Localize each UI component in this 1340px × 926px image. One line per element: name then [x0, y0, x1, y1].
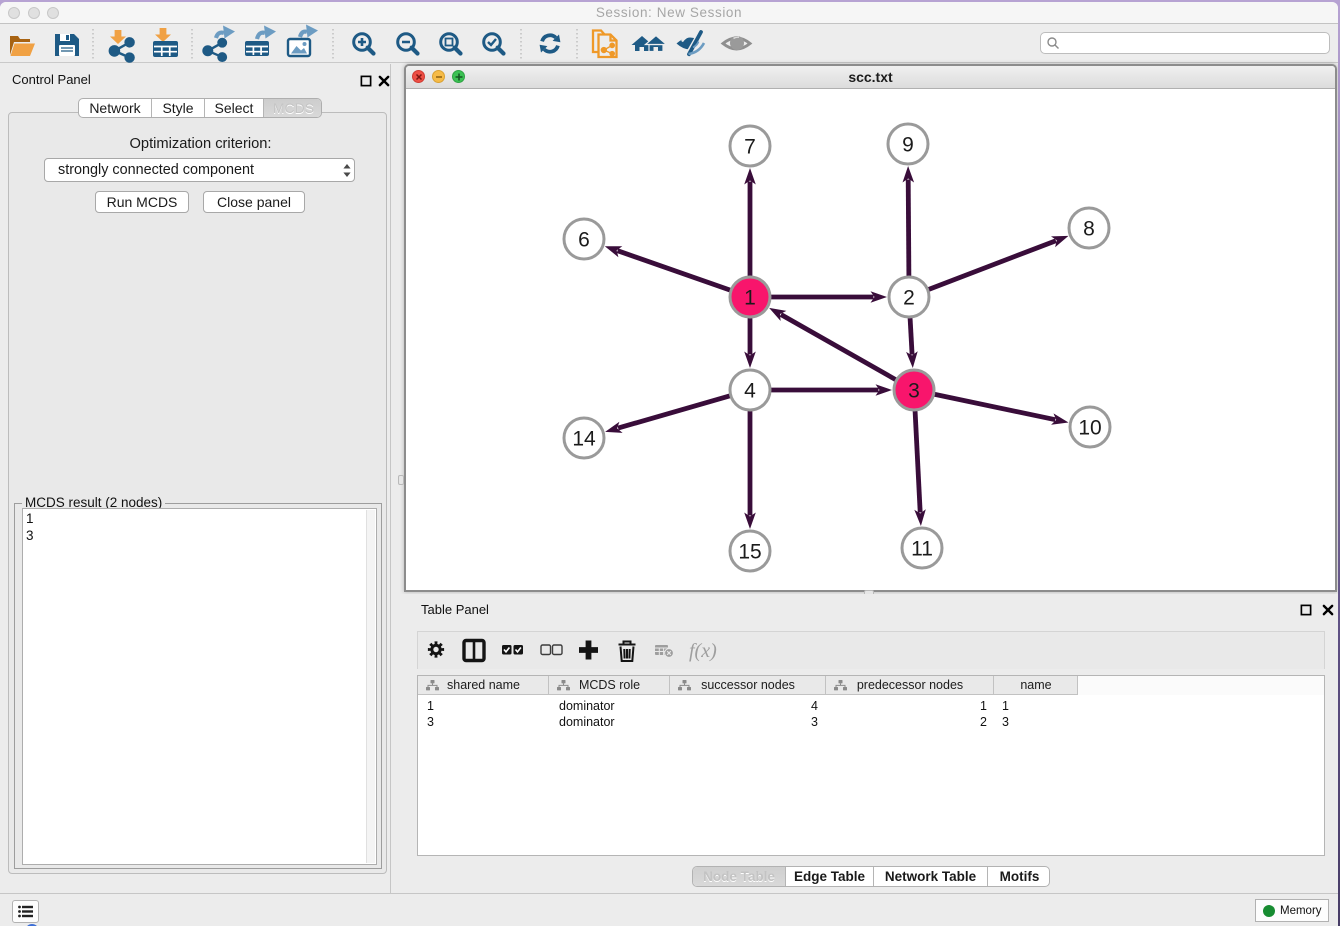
svg-text:14: 14 [572, 428, 596, 451]
svg-text:8: 8 [1083, 218, 1095, 241]
svg-text:11: 11 [911, 538, 933, 561]
svg-text:4: 4 [744, 380, 756, 403]
svg-text:3: 3 [908, 380, 920, 403]
svg-text:15: 15 [738, 541, 761, 564]
svg-text:6: 6 [578, 229, 590, 252]
svg-text:9: 9 [902, 134, 914, 157]
svg-text:7: 7 [744, 136, 756, 159]
svg-text:10: 10 [1078, 417, 1101, 440]
svg-text:2: 2 [903, 287, 915, 310]
svg-text:1: 1 [744, 287, 756, 310]
svg-text:f(x): f(x) [689, 640, 717, 662]
